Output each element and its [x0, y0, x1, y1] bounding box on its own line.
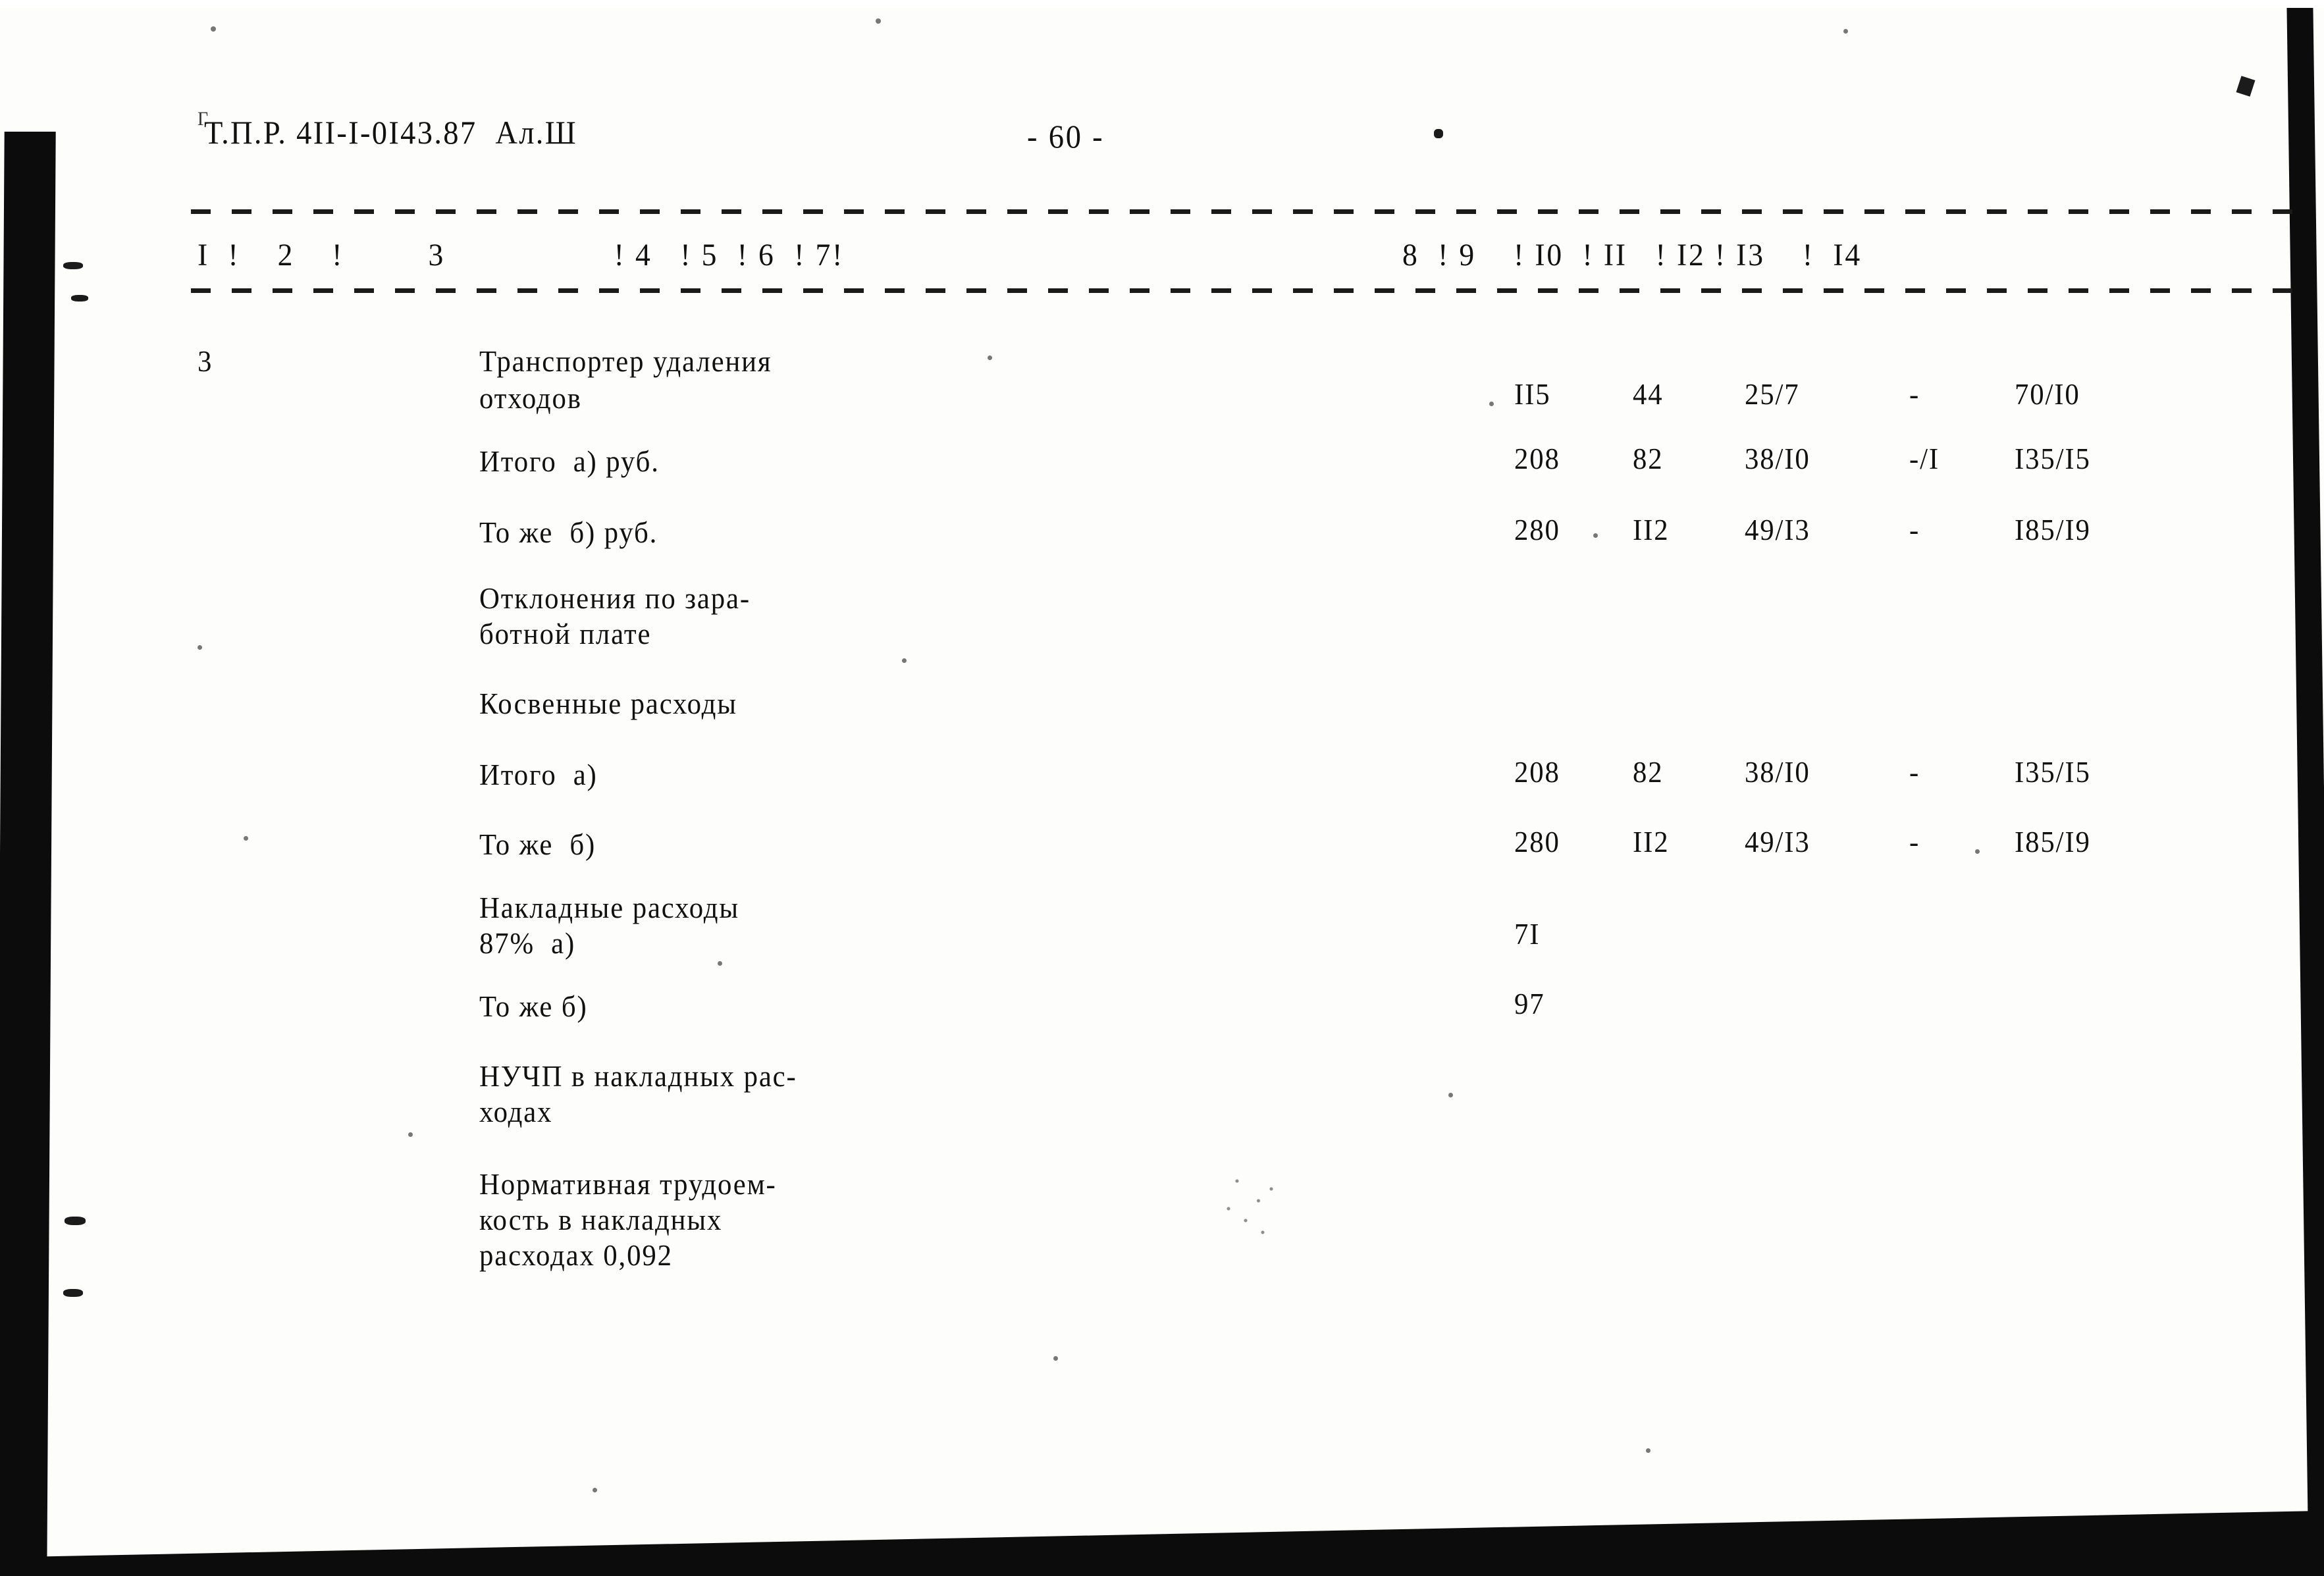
table-row-label: То же б)	[479, 827, 596, 861]
dust-speck	[1975, 849, 1980, 854]
table-cell-c13: I85/I9	[2015, 825, 2091, 858]
table-cell-c9: 208	[1514, 755, 1560, 789]
table-row-label: Итого а) руб.	[479, 444, 660, 478]
table-cell-c10: 82	[1633, 755, 1664, 789]
table-cell-c11: 25/7	[1745, 377, 1800, 411]
table-cell-c11: 49/I3	[1745, 825, 1810, 858]
table-cell-c11: 38/I0	[1745, 442, 1810, 475]
table-cell-c11: 38/I0	[1745, 755, 1810, 789]
table-cell-c12: -	[1909, 513, 1920, 546]
table-cell-c10: 82	[1633, 442, 1664, 475]
table-cell-c12: -	[1909, 377, 1920, 411]
table-rule-top	[191, 209, 2298, 216]
table-cell-c12: -	[1909, 755, 1920, 789]
dust-speck	[1489, 402, 1494, 406]
dust-speck	[1053, 1356, 1058, 1361]
table-cell-c13: I35/I5	[2015, 442, 2091, 475]
table-row-label: 87% а)	[479, 926, 576, 960]
table-rule-bottom	[191, 288, 2298, 295]
table-row-label: ходах	[479, 1095, 553, 1128]
table-row-label: Итого а)	[479, 758, 598, 791]
table-row-label: То же б) руб.	[479, 515, 658, 549]
table-row-label: ботной плате	[479, 617, 652, 650]
table-cell-c9: 7I	[1514, 917, 1541, 951]
dust-speck	[211, 26, 216, 32]
dust-speck	[593, 1488, 597, 1492]
column-header-right: 8 ! 9 ! I0 ! II ! I2 ! I3 ! I4	[1402, 238, 1862, 273]
ink-smudge	[1211, 1165, 1297, 1244]
table-cell-c13: 70/I0	[2015, 377, 2080, 411]
table-cell-c13: I35/I5	[2015, 755, 2091, 789]
dust-speck	[198, 645, 202, 650]
table-cell-c10: 44	[1633, 377, 1664, 411]
table-row-label: кость в накладных	[479, 1203, 723, 1236]
dust-speck	[244, 836, 248, 841]
table-cell-c9: II5	[1514, 377, 1551, 411]
dust-speck	[988, 355, 992, 360]
table-row-label: Накладные расходы	[479, 891, 739, 924]
dust-speck	[1646, 1448, 1651, 1453]
table-row-label: НУЧП в накладных рас-	[479, 1059, 797, 1093]
dust-speck	[902, 658, 907, 663]
document-code: Т.П.Р. 4II-I-0I43.87 Ал.Ш	[204, 114, 577, 151]
table-row-label: расходах 0,092	[479, 1238, 673, 1272]
table-row-label: отходов	[479, 381, 582, 415]
table-row-label: Нормативная трудоем-	[479, 1167, 777, 1201]
dust-speck	[1843, 29, 1848, 34]
table-row-number: 3	[198, 344, 213, 378]
dust-speck	[408, 1132, 413, 1137]
table-row-label: То же б)	[479, 989, 588, 1023]
table-cell-c9: 208	[1514, 442, 1560, 475]
page-number: - 60 -	[1027, 118, 1105, 155]
table-cell-c12: -	[1909, 825, 1920, 858]
dust-speck	[1593, 533, 1598, 538]
dust-speck	[718, 961, 722, 966]
table-cell-c10: II2	[1633, 513, 1670, 546]
table-row-label: Косвенные расходы	[479, 687, 737, 720]
dust-speck	[1448, 1093, 1453, 1097]
table-cell-c9: 280	[1514, 513, 1560, 546]
table-cell-c10: II2	[1633, 825, 1670, 858]
scanned-document-page: Г Т.П.Р. 4II-I-0I43.87 Ал.Ш - 60 - I ! 2…	[0, 0, 2324, 1576]
table-cell-c9: 97	[1514, 987, 1545, 1020]
typed-sheet: Г Т.П.Р. 4II-I-0I43.87 Ал.Ш - 60 - I ! 2…	[0, 0, 2324, 1576]
table-cell-c13: I85/I9	[2015, 513, 2091, 546]
table-cell-c12: -/I	[1909, 442, 1940, 475]
table-row-label: Транспортер удаления	[479, 344, 772, 378]
table-cell-c11: 49/I3	[1745, 513, 1810, 546]
column-header-left: I ! 2 ! 3 ! 4 ! 5 ! 6 ! 7!	[198, 238, 845, 273]
dust-speck	[876, 18, 881, 24]
table-row-label: Отклонения по зара-	[479, 581, 751, 615]
table-cell-c9: 280	[1514, 825, 1560, 858]
